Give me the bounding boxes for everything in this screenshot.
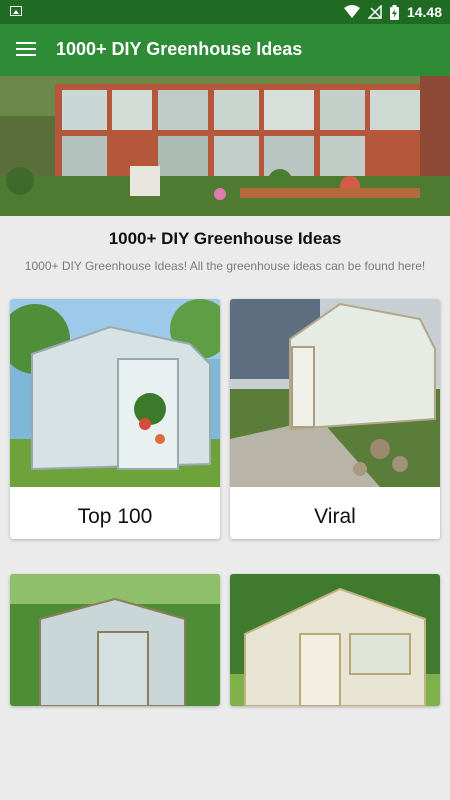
category-label: Viral (314, 505, 356, 528)
hamburger-menu-icon[interactable] (16, 40, 36, 60)
image-notification-icon (10, 6, 22, 16)
category-card-viral[interactable]: Viral (230, 299, 440, 539)
app-bar: 1000+ DIY Greenhouse Ideas (0, 24, 450, 76)
category-image (10, 574, 220, 706)
category-image (230, 574, 440, 706)
category-card[interactable] (10, 574, 220, 706)
page-subheading: 1000+ DIY Greenhouse Ideas! All the gree… (24, 259, 426, 273)
no-signal-icon (367, 5, 382, 19)
status-bar: 14.48 (0, 0, 450, 24)
clock: 14.48 (406, 4, 442, 20)
page-heading: 1000+ DIY Greenhouse Ideas (108, 229, 342, 248)
category-card-top-100[interactable]: Top 100 (10, 299, 220, 539)
category-image (230, 299, 440, 487)
app-title: 1000+ DIY Greenhouse Ideas (56, 39, 303, 59)
category-image (10, 299, 220, 487)
category-card[interactable] (230, 574, 440, 706)
wifi-icon (343, 5, 360, 18)
category-label: Top 100 (77, 505, 153, 528)
hero-banner-image (0, 76, 450, 216)
battery-charging-icon (389, 4, 399, 20)
